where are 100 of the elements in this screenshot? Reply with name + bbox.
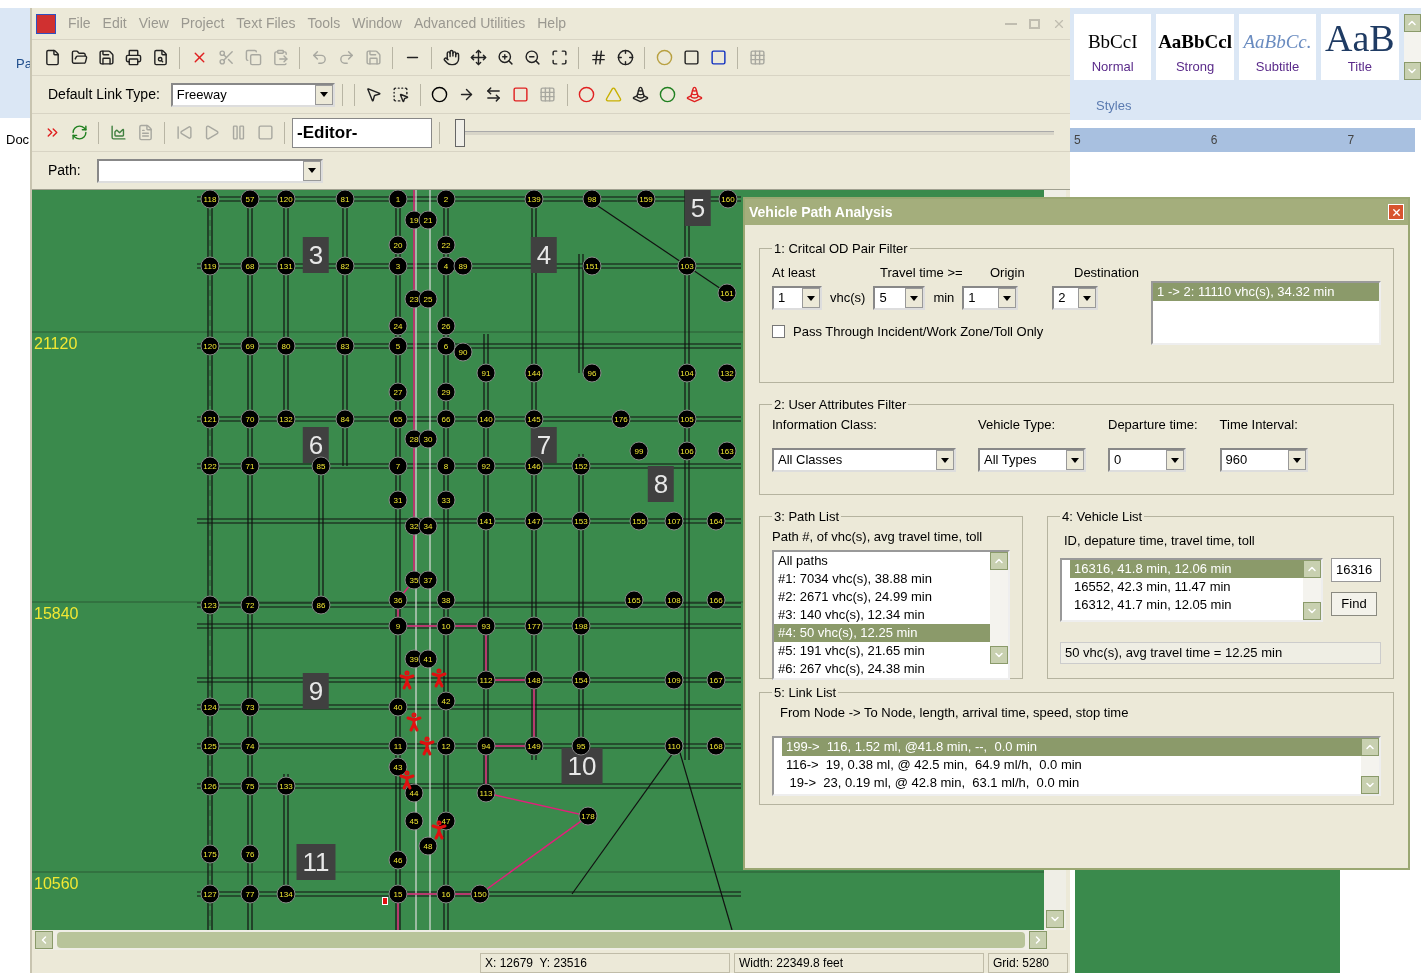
- network-node[interactable]: 30: [418, 429, 438, 449]
- network-node[interactable]: 48: [418, 836, 438, 856]
- scroll-bar[interactable]: [1361, 738, 1379, 794]
- network-node[interactable]: 5: [388, 336, 408, 356]
- timeline-slider-track[interactable]: [455, 117, 1054, 148]
- network-node[interactable]: 110: [664, 736, 684, 756]
- network-node[interactable]: 123: [200, 595, 220, 615]
- network-node[interactable]: 77: [240, 884, 260, 904]
- network-node[interactable]: 94: [476, 736, 496, 756]
- network-node[interactable]: 177: [524, 616, 544, 636]
- dropdown-field[interactable]: 960: [1219, 448, 1308, 472]
- scroll-up-button[interactable]: [1303, 560, 1321, 578]
- network-node[interactable]: 119: [200, 256, 220, 276]
- network-node[interactable]: 168: [706, 736, 726, 756]
- network-node[interactable]: 10: [436, 616, 456, 636]
- network-node[interactable]: 109: [664, 670, 684, 690]
- network-node[interactable]: 113: [476, 783, 496, 803]
- network-node[interactable]: 6: [436, 336, 456, 356]
- network-node[interactable]: 46: [388, 850, 408, 870]
- scroll-bar[interactable]: [35, 930, 1047, 950]
- network-node[interactable]: 149: [524, 736, 544, 756]
- scroll-bar[interactable]: [1303, 560, 1321, 620]
- network-node[interactable]: 124: [200, 697, 220, 717]
- network-node[interactable]: 3: [388, 256, 408, 276]
- network-node[interactable]: 160: [718, 190, 738, 209]
- network-node[interactable]: 86: [311, 595, 331, 615]
- network-node[interactable]: 134: [276, 884, 296, 904]
- network-node[interactable]: 153: [571, 511, 591, 531]
- network-node[interactable]: 108: [664, 590, 684, 610]
- network-node[interactable]: 12: [436, 736, 456, 756]
- dropdown-arrow-button[interactable]: [1066, 450, 1084, 470]
- close-button[interactable]: [1388, 204, 1404, 220]
- style-tile[interactable]: AaBbCcl Strong: [1156, 14, 1234, 80]
- network-node[interactable]: 9: [388, 616, 408, 636]
- network-node[interactable]: 132: [276, 409, 296, 429]
- network-node[interactable]: 38: [436, 590, 456, 610]
- network-node[interactable]: 71: [240, 456, 260, 476]
- network-node[interactable]: 24: [388, 316, 408, 336]
- network-node[interactable]: 151: [582, 256, 602, 276]
- scroll-up-button[interactable]: [1361, 738, 1379, 756]
- network-node[interactable]: 141: [476, 511, 496, 531]
- network-node[interactable]: 2: [436, 190, 456, 209]
- network-node[interactable]: 147: [524, 511, 544, 531]
- network-node[interactable]: 73: [240, 697, 260, 717]
- network-node[interactable]: 164: [706, 511, 726, 531]
- network-node[interactable]: 105: [677, 409, 697, 429]
- network-node[interactable]: 178: [578, 806, 598, 826]
- network-node[interactable]: 152: [571, 456, 591, 476]
- network-node[interactable]: 154: [571, 670, 591, 690]
- network-node[interactable]: 198: [571, 616, 591, 636]
- network-node[interactable]: 161: [717, 283, 737, 303]
- network-node[interactable]: 144: [524, 363, 544, 383]
- scroll-right-button[interactable]: [1029, 931, 1047, 949]
- dropdown-arrow-button[interactable]: [1287, 450, 1306, 470]
- network-node[interactable]: 126: [200, 776, 220, 796]
- mode-field[interactable]: -Editor-: [292, 117, 432, 148]
- dropdown-field[interactable]: All Types: [978, 448, 1086, 472]
- network-node[interactable]: 26: [436, 316, 456, 336]
- dropdown-arrow-button[interactable]: [314, 84, 333, 105]
- network-node[interactable]: 80: [276, 336, 296, 356]
- network-node[interactable]: 70: [240, 409, 260, 429]
- dropdown-field[interactable]: 2: [1052, 286, 1099, 310]
- style-tile[interactable]: AaBbCc. Subtitle: [1238, 14, 1317, 80]
- dropdown-arrow-button[interactable]: [302, 160, 321, 181]
- network-node[interactable]: 125: [200, 736, 220, 756]
- network-node[interactable]: 1: [388, 190, 408, 209]
- scroll-down-button[interactable]: [990, 646, 1008, 664]
- network-node[interactable]: 20: [388, 235, 408, 255]
- vehicle-id-field[interactable]: 16316: [1331, 558, 1381, 582]
- network-node[interactable]: 68: [240, 256, 260, 276]
- network-node[interactable]: 90: [453, 342, 473, 362]
- network-node[interactable]: 166: [706, 590, 726, 610]
- network-node[interactable]: 16: [436, 884, 456, 904]
- network-node[interactable]: 148: [524, 670, 544, 690]
- dropdown-field[interactable]: 5: [873, 286, 926, 310]
- dropdown-arrow-button[interactable]: [998, 288, 1017, 308]
- network-node[interactable]: 21: [418, 210, 438, 230]
- network-node[interactable]: 118: [200, 190, 220, 209]
- dropdown-arrow-button[interactable]: [936, 450, 954, 470]
- network-node[interactable]: 8: [436, 456, 456, 476]
- scroll-down-button[interactable]: [1403, 62, 1421, 80]
- dropdown-field[interactable]: All Classes: [772, 448, 956, 472]
- network-node[interactable]: 98: [582, 190, 602, 209]
- scroll-down-button[interactable]: [1303, 602, 1321, 620]
- network-node[interactable]: 83: [335, 336, 355, 356]
- network-node[interactable]: 146: [524, 456, 544, 476]
- network-node[interactable]: 167: [706, 670, 726, 690]
- network-node[interactable]: 127: [200, 884, 220, 904]
- network-node[interactable]: 72: [240, 595, 260, 615]
- scroll-down-button[interactable]: [1361, 776, 1379, 794]
- network-node[interactable]: 34: [418, 516, 438, 536]
- scroll-left-button[interactable]: [35, 931, 53, 949]
- network-node[interactable]: 99: [629, 441, 649, 461]
- scroll-bar[interactable]: [990, 552, 1008, 664]
- scroll-up-button[interactable]: [1403, 14, 1421, 32]
- find-button[interactable]: Find: [1331, 592, 1377, 616]
- checkbox[interactable]: [772, 325, 785, 339]
- network-node[interactable]: 163: [717, 441, 737, 461]
- network-node[interactable]: 132: [717, 363, 737, 383]
- network-node[interactable]: 22: [436, 235, 456, 255]
